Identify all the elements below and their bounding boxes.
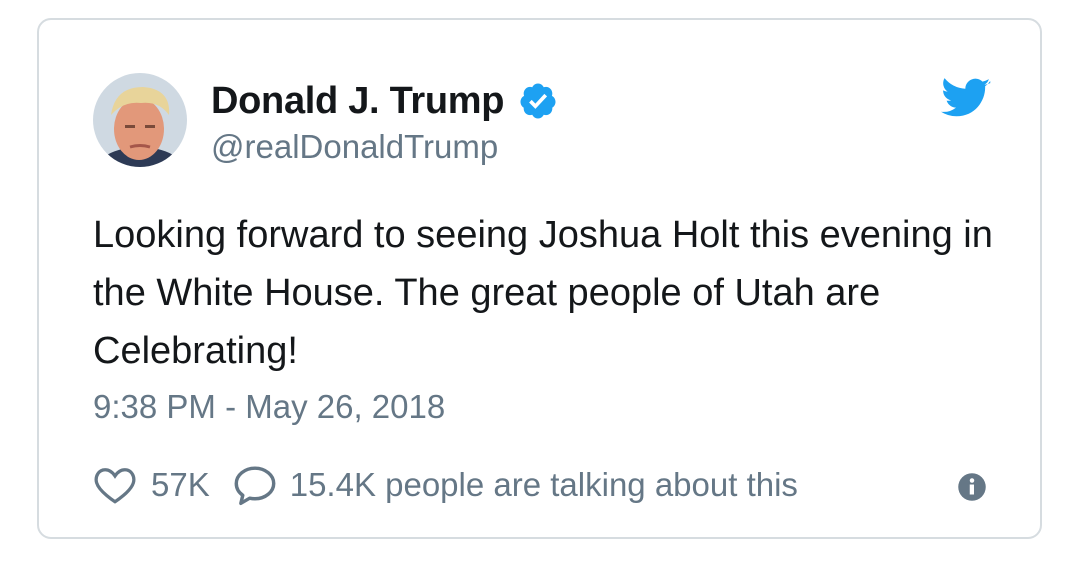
info-icon[interactable]	[957, 472, 987, 502]
tweet-timestamp[interactable]: 9:38 PM - May 26, 2018	[93, 388, 445, 426]
author-name[interactable]: Donald J. Trump	[211, 80, 505, 123]
heart-icon[interactable]	[93, 465, 137, 505]
verified-badge-icon	[520, 83, 556, 119]
tweet-actions: 57K 15.4K people are talking about this	[93, 460, 798, 510]
avatar[interactable]	[93, 73, 187, 167]
like-count[interactable]: 57K	[151, 466, 210, 504]
tweet-card[interactable]: Donald J. Trump @realDonaldTrump Looking…	[37, 18, 1042, 539]
tweet-text: Looking forward to seeing Joshua Holt th…	[93, 214, 993, 372]
twitter-bird-icon[interactable]	[941, 78, 991, 120]
author-handle[interactable]: @realDonaldTrump	[211, 128, 498, 166]
talking-count[interactable]: 15.4K people are talking about this	[290, 466, 798, 504]
speech-bubble-icon[interactable]	[232, 464, 278, 506]
